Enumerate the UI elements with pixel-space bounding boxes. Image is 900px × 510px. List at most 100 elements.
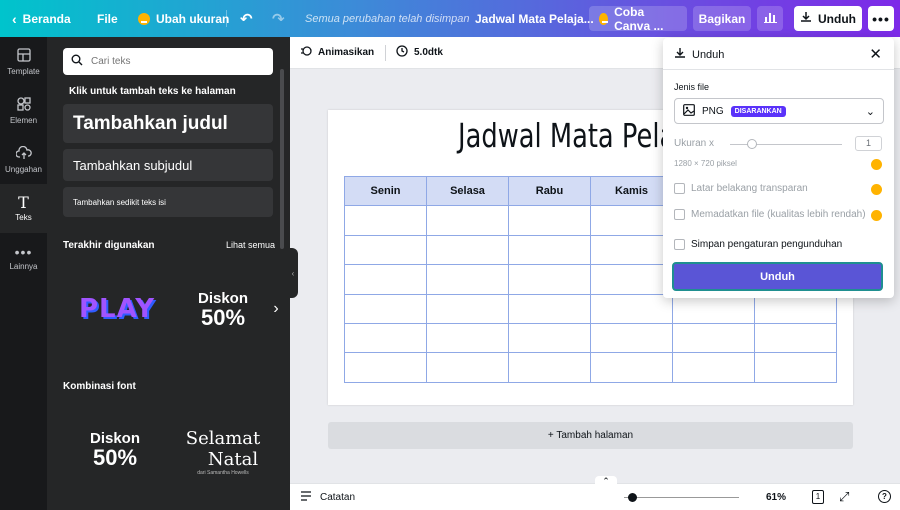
file-menu-button[interactable]: File [97,0,118,37]
table-cell[interactable] [508,205,591,236]
download-icon [674,47,686,62]
table-cell[interactable] [590,234,673,266]
undo-icon[interactable]: ↶ [240,0,253,37]
thumbnail-play[interactable]: PLAY [67,269,167,349]
download-button[interactable]: Unduh [672,262,883,291]
rail-item-template[interactable]: Template [0,37,47,86]
size-slider-handle[interactable] [747,139,757,149]
table-cell[interactable] [590,322,673,354]
table-cell[interactable] [754,293,837,324]
download-icon [800,11,812,26]
table-cell[interactable] [426,205,509,236]
rail-item-elements[interactable]: Elemen [0,86,47,135]
help-icon[interactable]: ? [878,490,891,503]
template-icon [16,47,31,64]
resize-button[interactable]: Ubah ukuran [138,0,229,37]
document-title[interactable]: Jadwal Mata Pelaja... [475,0,594,37]
transparent-bg-checkbox[interactable] [674,183,685,194]
compress-option[interactable]: Memadatkan file (kualitas lebih rendah) [674,209,866,220]
page-count-button[interactable]: 1 [812,490,824,504]
image-icon [683,103,695,119]
table-cell[interactable] [426,264,509,295]
crown-icon [138,12,150,25]
add-page-button[interactable]: + Tambah halaman [328,422,853,449]
fullscreen-icon[interactable]: ⤢ [839,489,849,505]
add-subheading-button[interactable]: Tambahkan subjudul [63,149,273,181]
table-cell[interactable] [672,352,755,383]
zoom-slider-track[interactable] [624,497,739,498]
table-header-cell[interactable]: Senin [344,175,427,207]
table-cell[interactable] [508,293,591,324]
duration-button[interactable]: 5.0dtk [396,45,443,60]
thumbnail-selamat-natal[interactable]: Selamat Natal dari Samantha Howells [173,417,273,487]
animate-button[interactable]: Animasikan [300,45,374,60]
table-cell[interactable] [426,293,509,324]
table-cell[interactable] [590,205,673,236]
table-row [344,352,837,383]
table-cell[interactable] [426,234,509,266]
add-body-button[interactable]: Tambahkan sedikit teks isi [63,187,273,217]
compress-checkbox[interactable] [674,209,685,220]
rail-item-text[interactable]: T Teks [0,184,47,233]
table-cell[interactable] [590,264,673,295]
size-input[interactable]: 1 [855,136,882,151]
close-icon[interactable]: ✕ [869,45,882,63]
search-input[interactable] [91,56,251,67]
save-settings-option[interactable]: Simpan pengaturan pengunduhan [674,239,842,250]
table-cell[interactable] [672,322,755,354]
table-cell[interactable] [590,293,673,324]
left-rail: Template Elemen Unggahan T Teks ••• Lain… [0,37,47,510]
table-cell[interactable] [344,234,427,266]
download-top-button[interactable]: Unduh [794,6,862,31]
table-cell[interactable] [590,352,673,383]
more-options-button[interactable]: ••• [868,6,894,31]
rail-item-uploads[interactable]: Unggahan [0,135,47,184]
table-header-cell[interactable]: Selasa [426,175,509,207]
table-cell[interactable] [344,293,427,324]
table-row [344,322,837,354]
redo-icon[interactable]: ↷ [272,0,285,37]
table-cell[interactable] [344,205,427,236]
add-heading-button[interactable]: Tambahkan judul [63,104,273,143]
table-header-cell[interactable]: Rabu [508,175,591,207]
notes-button[interactable]: Catatan [300,491,355,504]
zoom-slider-handle[interactable] [628,493,637,502]
upload-icon [14,145,32,162]
file-type-select[interactable]: PNG DISARANKAN ⌄ [674,98,884,124]
table-cell[interactable] [344,352,427,383]
home-button[interactable]: ‹ Beranda [12,0,71,37]
crown-icon [871,159,882,170]
save-status: Semua perubahan telah disimpan [305,12,470,25]
notes-icon [300,491,312,504]
table-header-cell[interactable]: Kamis [590,175,673,207]
search-box[interactable] [63,48,273,75]
table-cell[interactable] [754,322,837,354]
table-cell[interactable] [508,264,591,295]
home-label: Beranda [22,11,71,26]
rail-item-more[interactable]: ••• Lainnya [0,233,47,282]
see-all-link[interactable]: Lihat semua [226,240,275,250]
insights-button[interactable] [757,6,783,31]
save-settings-checkbox[interactable] [674,239,685,250]
table-cell[interactable] [508,234,591,266]
table-cell[interactable] [508,352,591,383]
table-cell[interactable] [426,322,509,354]
try-pro-button[interactable]: Coba Canva ... [589,5,687,33]
clock-icon [396,45,408,60]
panel-scrollbar[interactable] [280,69,284,249]
collapse-panel-handle[interactable]: ‹ [288,248,298,298]
table-cell[interactable] [508,322,591,354]
table-cell[interactable] [426,352,509,383]
thumbnail-diskon[interactable]: Diskon 50% [181,269,265,349]
zoom-value[interactable]: 61% [766,492,786,503]
thumbnail-diskon-2[interactable]: Diskon 50% [73,409,157,489]
table-cell[interactable] [344,264,427,295]
share-button[interactable]: Bagikan [693,6,751,31]
chevron-up-icon[interactable]: ⌃ [595,476,617,486]
chevron-right-icon[interactable]: › [269,299,283,319]
table-cell[interactable] [344,322,427,354]
table-cell[interactable] [754,352,837,383]
chevron-left-icon: ‹ [12,10,17,27]
table-cell[interactable] [672,293,755,324]
transparent-bg-option[interactable]: Latar belakang transparan [674,183,808,194]
